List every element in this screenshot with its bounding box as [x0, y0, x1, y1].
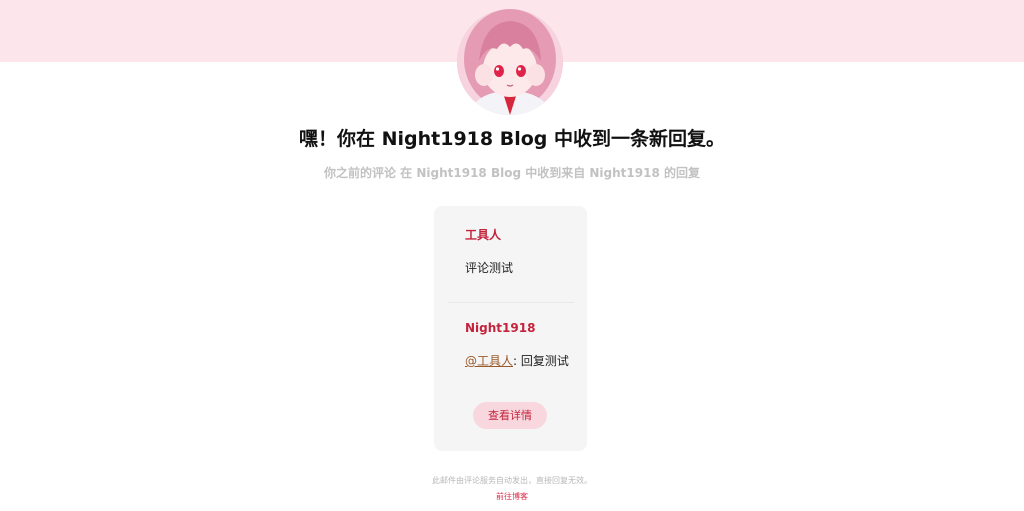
view-details-button[interactable]: 查看详情 — [473, 402, 547, 429]
footer-note: 此邮件由评论服务自动发出，直接回复无效。 — [432, 476, 592, 485]
footer-link-container: 前往博客 — [0, 491, 1024, 503]
reply-card: 工具人 评论测试 Night1918 @工具人: 回复测试 查看详情 — [434, 206, 587, 451]
original-comment-author: 工具人 — [465, 228, 502, 242]
go-to-blog-link[interactable]: 前往博客 — [496, 492, 528, 501]
mention-link[interactable]: @工具人 — [465, 354, 513, 368]
reply-text: 回复测试 — [520, 354, 569, 368]
anime-girl-avatar-image — [457, 9, 563, 115]
avatar — [457, 9, 563, 115]
page-subtitle: 你之前的评论 在 Night1918 Blog 中收到来自 Night1918 … — [323, 166, 700, 180]
mention-separator: : — [513, 354, 521, 368]
page-title: 嘿！你在 Night1918 Blog 中收到一条新回复。 — [299, 128, 725, 150]
reply-author: Night1918 — [465, 321, 536, 335]
original-comment-text: 评论测试 — [465, 261, 514, 275]
reply-comment: @工具人: 回复测试 — [465, 353, 569, 369]
divider — [448, 302, 574, 303]
